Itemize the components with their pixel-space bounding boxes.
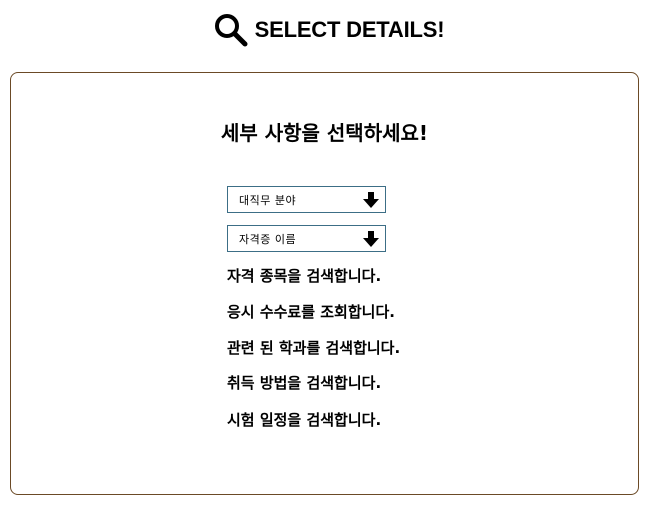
search-acquisition-method-link[interactable]: 취득 방법을 검색합니다. [227,372,381,393]
certificate-name-select-label: 자격증 이름 [239,232,297,246]
arrow-down-icon [363,191,379,208]
job-field-select-label: 대직무 분야 [239,193,297,207]
job-field-select[interactable]: 대직무 분야 [227,186,386,213]
arrow-down-icon [363,230,379,247]
card-title: 세부 사항을 선택하세요! [220,121,429,145]
selection-card: 세부 사항을 선택하세요! 대직무 분야 자격증 이름 자격 종목을 검색합니다… [10,72,639,495]
certificate-name-select[interactable]: 자격증 이름 [227,225,386,252]
search-cert-items-link[interactable]: 자격 종목을 검색합니다. [227,265,381,286]
view-exam-fee-link[interactable]: 응시 수수료를 조회합니다. [227,301,395,322]
page-title: SELECT DETAILS! [254,17,445,42]
page-header: SELECT DETAILS! [0,12,657,48]
search-icon [214,14,248,47]
search-related-majors-link[interactable]: 관련 된 학과를 검색합니다. [227,337,400,358]
search-exam-schedule-link[interactable]: 시험 일정을 검색합니다. [227,409,381,430]
